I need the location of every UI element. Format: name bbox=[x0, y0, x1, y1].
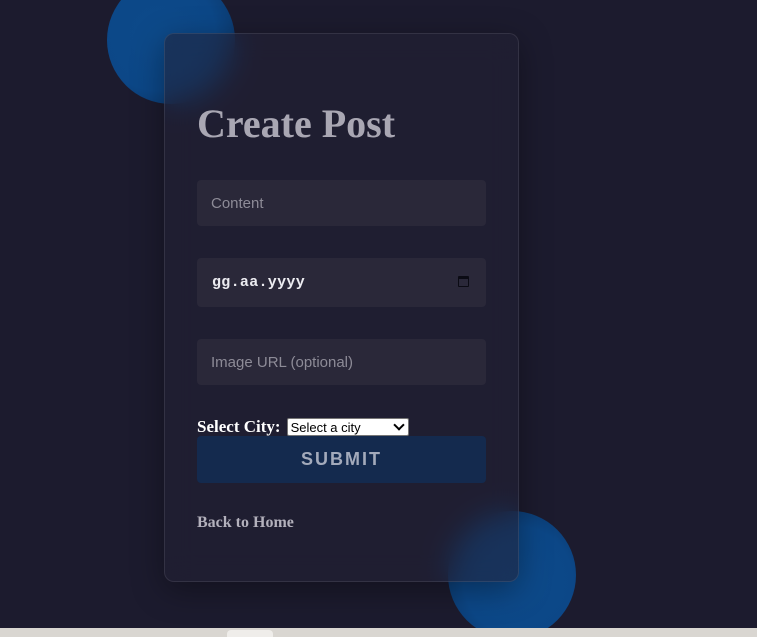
date-placeholder: gg.aa.yyyy bbox=[212, 274, 306, 291]
image-url-placeholder: Image URL (optional) bbox=[211, 353, 354, 371]
city-label: Select City: bbox=[197, 417, 281, 436]
chevron-down-icon bbox=[392, 419, 405, 431]
submit-button[interactable]: SUBMIT bbox=[197, 436, 486, 483]
content-placeholder: Content bbox=[211, 194, 264, 212]
date-input[interactable]: gg.aa.yyyy bbox=[197, 258, 486, 307]
image-url-input[interactable]: Image URL (optional) bbox=[197, 339, 486, 385]
page: Create Post Content gg.aa.yyyy Image URL… bbox=[0, 0, 757, 637]
content-input[interactable]: Content bbox=[197, 180, 486, 226]
city-select-value: Select a city bbox=[290, 419, 361, 435]
city-row: Select City: Select a city bbox=[197, 417, 409, 437]
create-post-card: Create Post Content gg.aa.yyyy Image URL… bbox=[164, 33, 519, 582]
taskbar-app-icon[interactable] bbox=[227, 630, 273, 637]
back-to-home-link[interactable]: Back to Home bbox=[197, 514, 294, 532]
calendar-icon[interactable] bbox=[458, 276, 469, 287]
taskbar bbox=[0, 628, 757, 637]
city-select[interactable]: Select a city bbox=[286, 418, 409, 436]
page-title: Create Post bbox=[197, 101, 396, 146]
